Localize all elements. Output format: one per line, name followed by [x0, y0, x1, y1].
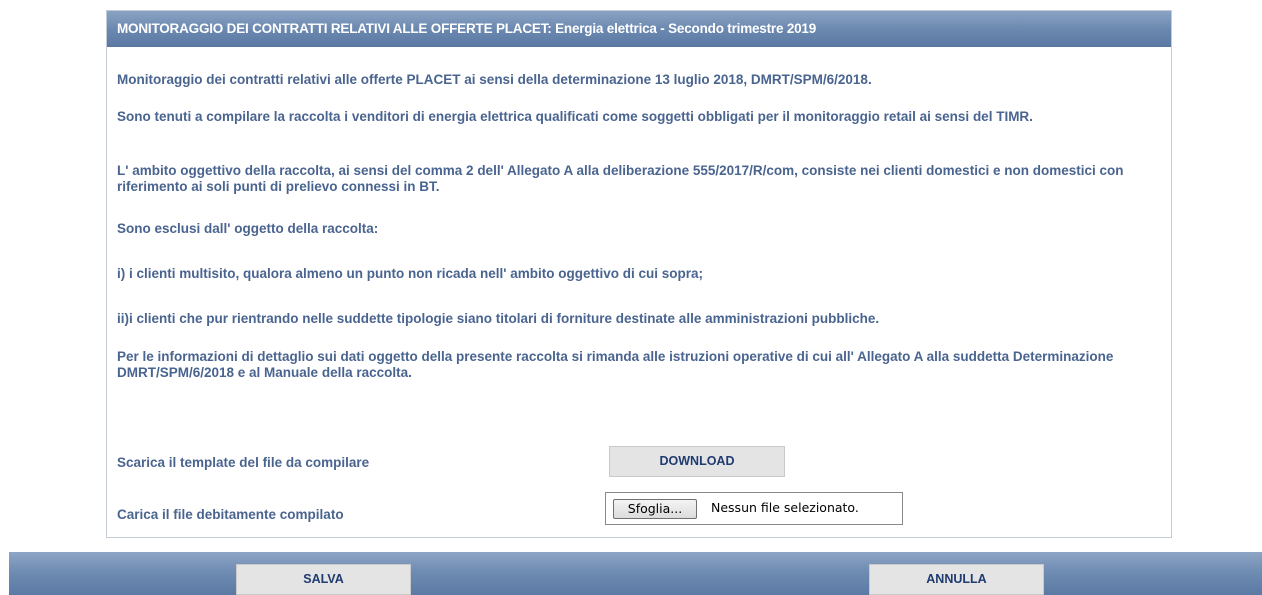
- exclusion-item-2: ii)i clienti che pur rientrando nelle su…: [117, 311, 880, 326]
- file-upload-input[interactable]: Sfoglia... Nessun file selezionato.: [605, 492, 903, 525]
- panel-title: MONITORAGGIO DEI CONTRATTI RELATIVI ALLE…: [107, 11, 1171, 47]
- exclusion-item-1: i) i clienti multisito, qualora almeno u…: [117, 266, 703, 281]
- form-panel: MONITORAGGIO DEI CONTRATTI RELATIVI ALLE…: [106, 10, 1172, 538]
- cancel-button[interactable]: ANNULLA: [869, 564, 1044, 595]
- details-paragraph: Per le informazioni di dettaglio sui dat…: [117, 349, 1114, 380]
- file-status-text: Nessun file selezionato.: [711, 500, 859, 515]
- footer-bar: SALVA ANNULLA: [9, 552, 1262, 595]
- exclusions-heading: Sono esclusi dall' oggetto della raccolt…: [117, 221, 379, 236]
- download-button[interactable]: DOWNLOAD: [609, 446, 785, 477]
- upload-label: Carica il file debitamente compilato: [117, 507, 344, 522]
- save-button[interactable]: SALVA: [236, 564, 411, 595]
- scope-paragraph: L' ambito oggettivo della raccolta, ai s…: [117, 163, 1124, 194]
- browse-button[interactable]: Sfoglia...: [613, 499, 697, 519]
- intro-paragraph: Monitoraggio dei contratti relativi alle…: [117, 72, 872, 87]
- obligated-sellers-paragraph: Sono tenuti a compilare la raccolta i ve…: [117, 109, 1033, 124]
- download-label: Scarica il template del file da compilar…: [117, 455, 370, 470]
